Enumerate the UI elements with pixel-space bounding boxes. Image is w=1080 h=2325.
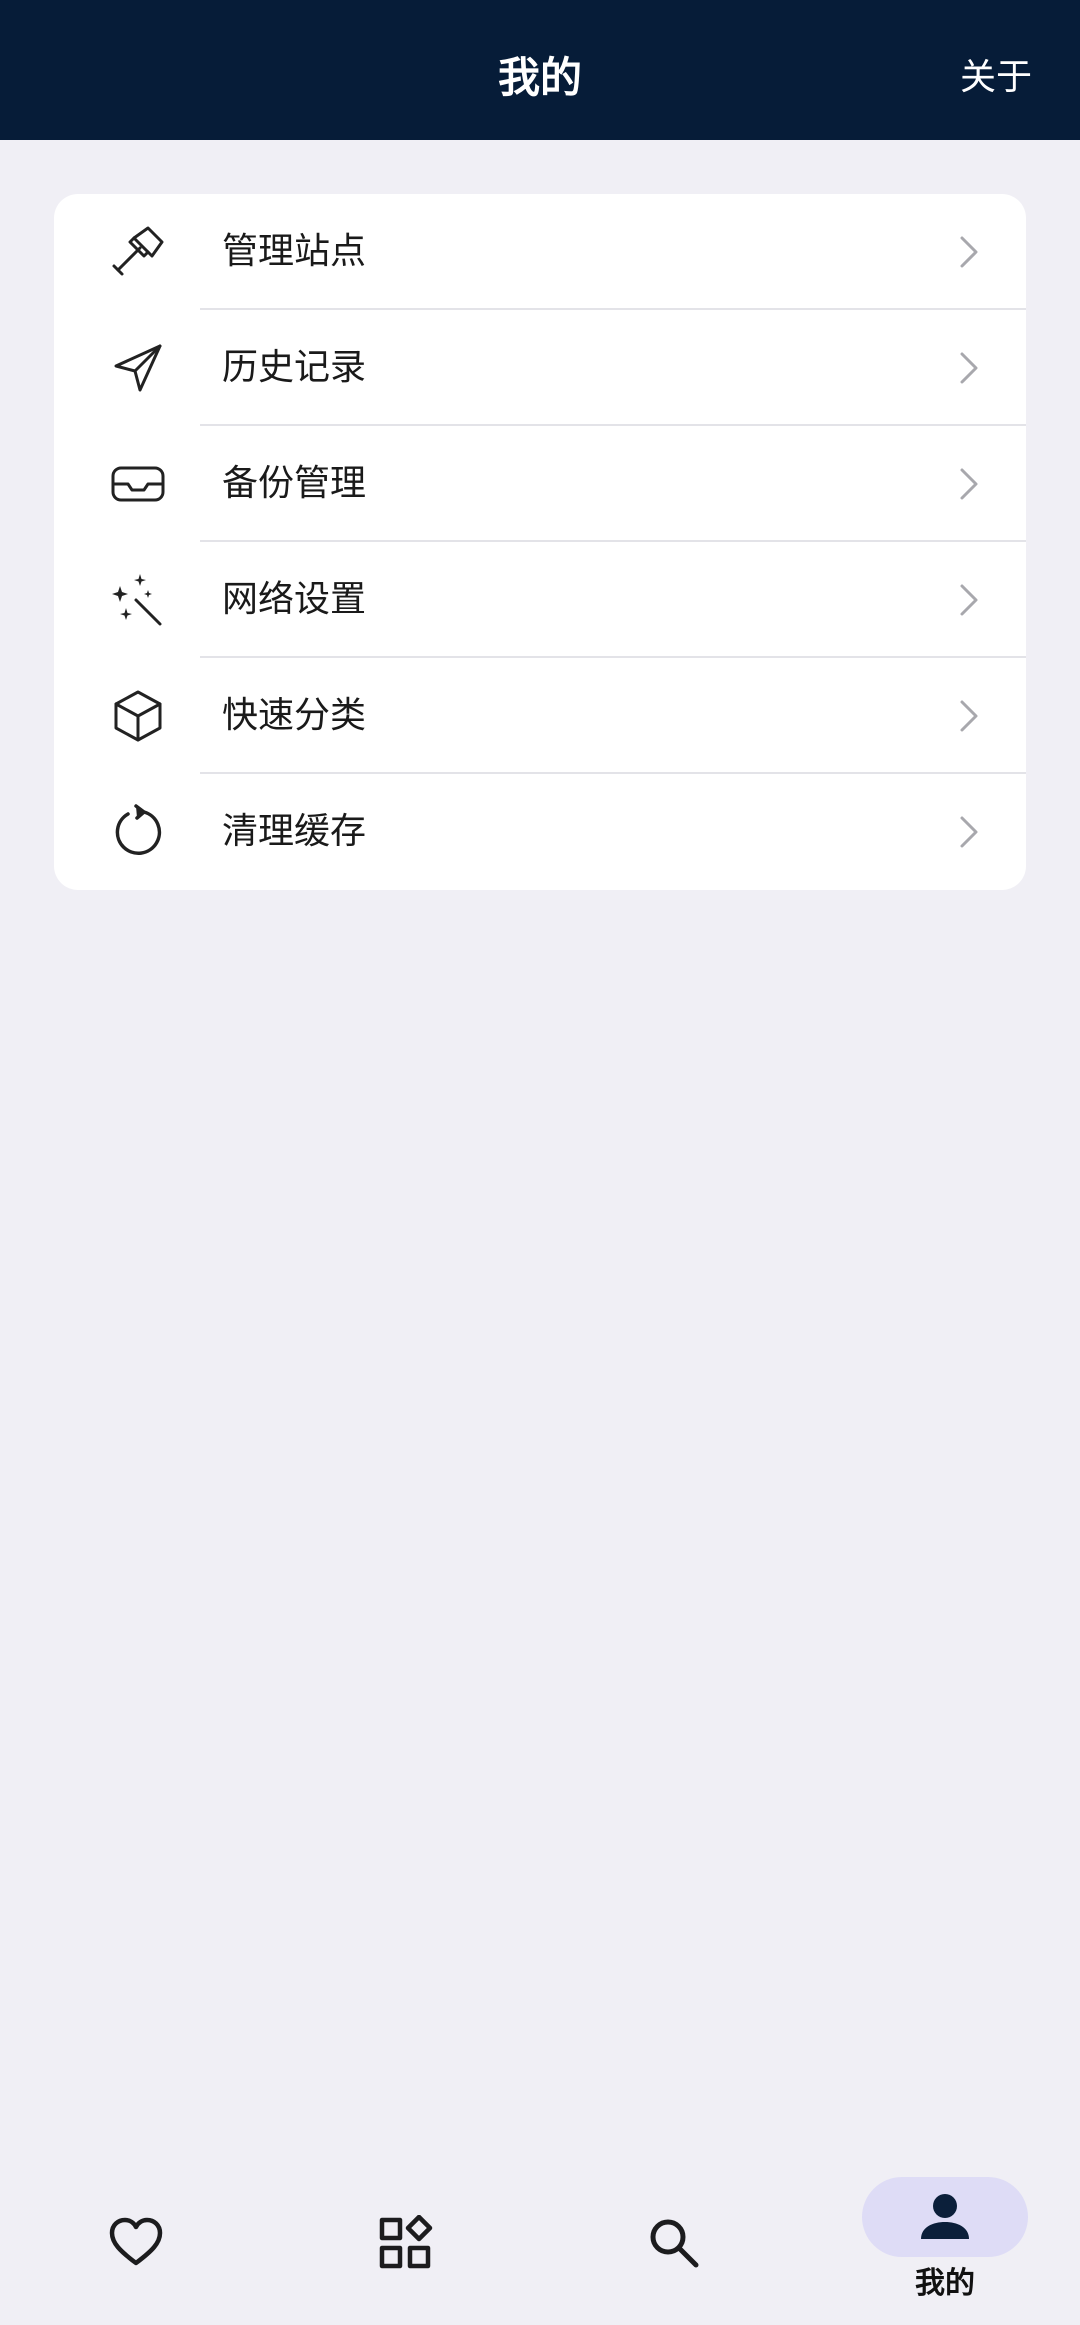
tab-categories[interactable] bbox=[305, 2175, 505, 2325]
about-button[interactable]: 关于 bbox=[960, 48, 1032, 108]
chevron-right-icon bbox=[950, 698, 986, 734]
menu-item-label: 备份管理 bbox=[222, 463, 367, 504]
cube-icon bbox=[110, 688, 166, 744]
menu-item-clear-cache[interactable]: 清理缓存 bbox=[54, 774, 1026, 890]
search-icon bbox=[646, 2215, 702, 2271]
menu-item-label: 清理缓存 bbox=[222, 811, 367, 852]
menu-item-label: 快速分类 bbox=[222, 695, 367, 736]
tab-mine-label: 我的 bbox=[915, 2266, 975, 2301]
menu-item-label: 管理站点 bbox=[222, 231, 367, 272]
hammer-icon bbox=[110, 224, 166, 280]
tab-search[interactable] bbox=[574, 2175, 774, 2325]
menu-item-label: 历史记录 bbox=[222, 347, 367, 388]
magic-wand-icon bbox=[110, 572, 166, 628]
chevron-right-icon bbox=[950, 234, 986, 270]
chevron-right-icon bbox=[950, 350, 986, 386]
app-header: 我的 关于 bbox=[0, 0, 1080, 140]
page-title: 我的 bbox=[497, 53, 582, 102]
menu-item-network-settings[interactable]: 网络设置 bbox=[54, 542, 1026, 658]
menu-item-quick-category[interactable]: 快速分类 bbox=[54, 658, 1026, 774]
refresh-icon bbox=[110, 804, 166, 860]
menu-card: 管理站点 历史记录 备份管理 网络设置 快速分类 清理缓存 bbox=[54, 194, 1026, 890]
send-icon bbox=[110, 340, 166, 396]
inbox-icon bbox=[110, 456, 166, 512]
menu-item-manage-sites[interactable]: 管理站点 bbox=[54, 194, 1026, 310]
chevron-right-icon bbox=[950, 814, 986, 850]
chevron-right-icon bbox=[950, 466, 986, 502]
menu-item-label: 网络设置 bbox=[222, 579, 367, 620]
chevron-right-icon bbox=[950, 582, 986, 618]
person-icon bbox=[917, 2189, 973, 2245]
category-icon bbox=[377, 2215, 433, 2271]
tab-favorites[interactable] bbox=[36, 2175, 236, 2325]
heart-icon bbox=[108, 2215, 164, 2271]
menu-item-backup[interactable]: 备份管理 bbox=[54, 426, 1026, 542]
menu-item-history[interactable]: 历史记录 bbox=[54, 310, 1026, 426]
